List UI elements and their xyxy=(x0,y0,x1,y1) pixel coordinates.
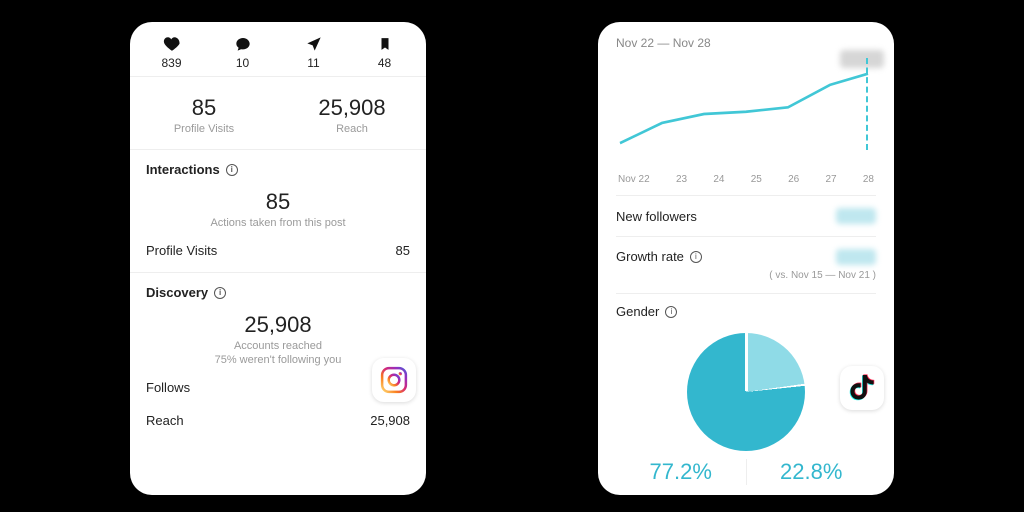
stat-label: Profile Visits xyxy=(130,123,278,135)
section-title: Interactions xyxy=(146,162,220,177)
x-tick: 26 xyxy=(788,174,799,185)
stat-label: Reach xyxy=(278,123,426,135)
info-icon[interactable] xyxy=(226,164,238,176)
share-icon xyxy=(278,34,349,54)
actions-label: Actions taken from this post xyxy=(146,217,410,229)
post-metrics-bar: 839 10 11 48 xyxy=(130,22,426,77)
instagram-insights-card: 839 10 11 48 85 Profile Visits 25,908 xyxy=(130,22,426,495)
chart-x-axis: Nov 22 23 24 25 26 27 28 xyxy=(616,174,876,195)
tiktok-analytics-card: Nov 22 — Nov 28 Nov 22 23 24 25 26 27 28… xyxy=(598,22,894,495)
blurred-value xyxy=(836,208,876,224)
gender-section-title: Gender xyxy=(616,293,876,327)
row-label: Follows xyxy=(146,380,190,395)
row-label: New followers xyxy=(616,209,697,224)
interactions-section: Interactions 85 Actions taken from this … xyxy=(130,150,426,273)
row-label: Reach xyxy=(146,413,184,428)
x-tick: 24 xyxy=(713,174,724,185)
row-label: Profile Visits xyxy=(146,243,217,258)
metric-value: 10 xyxy=(207,56,278,70)
section-title: Gender xyxy=(616,304,659,319)
stat-value: 85 xyxy=(130,95,278,121)
metric-value: 839 xyxy=(136,56,207,70)
summary-stats: 85 Profile Visits 25,908 Reach xyxy=(130,77,426,150)
blurred-value xyxy=(836,249,876,265)
instagram-icon xyxy=(379,365,409,395)
x-tick: 28 xyxy=(863,174,874,185)
x-tick: Nov 22 xyxy=(618,174,650,185)
stat-reach[interactable]: 25,908 Reach xyxy=(278,95,426,135)
actions-value: 85 xyxy=(146,189,410,215)
info-icon[interactable] xyxy=(665,306,677,318)
metric-comments[interactable]: 10 xyxy=(207,34,278,70)
accounts-sub: 75% weren't following you xyxy=(146,354,410,366)
accounts-label: Accounts reached xyxy=(146,340,410,352)
chart-cursor xyxy=(866,58,868,150)
pie-divider xyxy=(745,331,748,391)
metric-value: 11 xyxy=(278,56,349,70)
followers-line-chart[interactable] xyxy=(616,58,876,170)
comment-icon xyxy=(207,34,278,54)
row-reach[interactable]: Reach 25,908 xyxy=(146,413,410,428)
gender-a-value: 77.2% xyxy=(616,459,746,485)
gender-values: 77.2% 22.8% xyxy=(616,459,876,485)
gender-b-value: 22.8% xyxy=(746,459,877,485)
tiktok-logo-badge xyxy=(840,366,884,410)
row-profile-visits[interactable]: Profile Visits 85 xyxy=(146,243,410,258)
row-new-followers[interactable]: New followers xyxy=(616,195,876,236)
metric-saves[interactable]: 48 xyxy=(349,34,420,70)
chart-tooltip-blur xyxy=(840,50,884,68)
metric-shares[interactable]: 11 xyxy=(278,34,349,70)
growth-compare: ( vs. Nov 15 — Nov 21 ) xyxy=(769,270,876,281)
metric-value: 48 xyxy=(349,56,420,70)
metric-likes[interactable]: 839 xyxy=(136,34,207,70)
x-tick: 27 xyxy=(825,174,836,185)
date-range: Nov 22 — Nov 28 xyxy=(616,36,876,50)
gender-pie-chart[interactable] xyxy=(687,333,805,451)
stat-profile-visits[interactable]: 85 Profile Visits xyxy=(130,95,278,135)
row-value: 85 xyxy=(396,243,410,258)
instagram-logo-badge xyxy=(372,358,416,402)
row-value: 25,908 xyxy=(370,413,410,428)
info-icon[interactable] xyxy=(690,251,702,263)
row-label: Growth rate xyxy=(616,249,684,264)
tiktok-icon xyxy=(848,373,876,403)
x-tick: 25 xyxy=(751,174,762,185)
row-growth-rate[interactable]: Growth rate ( vs. Nov 15 — Nov 21 ) xyxy=(616,236,876,293)
row-follows[interactable]: Follows 9 xyxy=(146,380,410,395)
section-title: Discovery xyxy=(146,285,208,300)
x-tick: 23 xyxy=(676,174,687,185)
stat-value: 25,908 xyxy=(278,95,426,121)
heart-icon xyxy=(136,34,207,54)
save-icon xyxy=(349,34,420,54)
accounts-value: 25,908 xyxy=(146,312,410,338)
info-icon[interactable] xyxy=(214,287,226,299)
